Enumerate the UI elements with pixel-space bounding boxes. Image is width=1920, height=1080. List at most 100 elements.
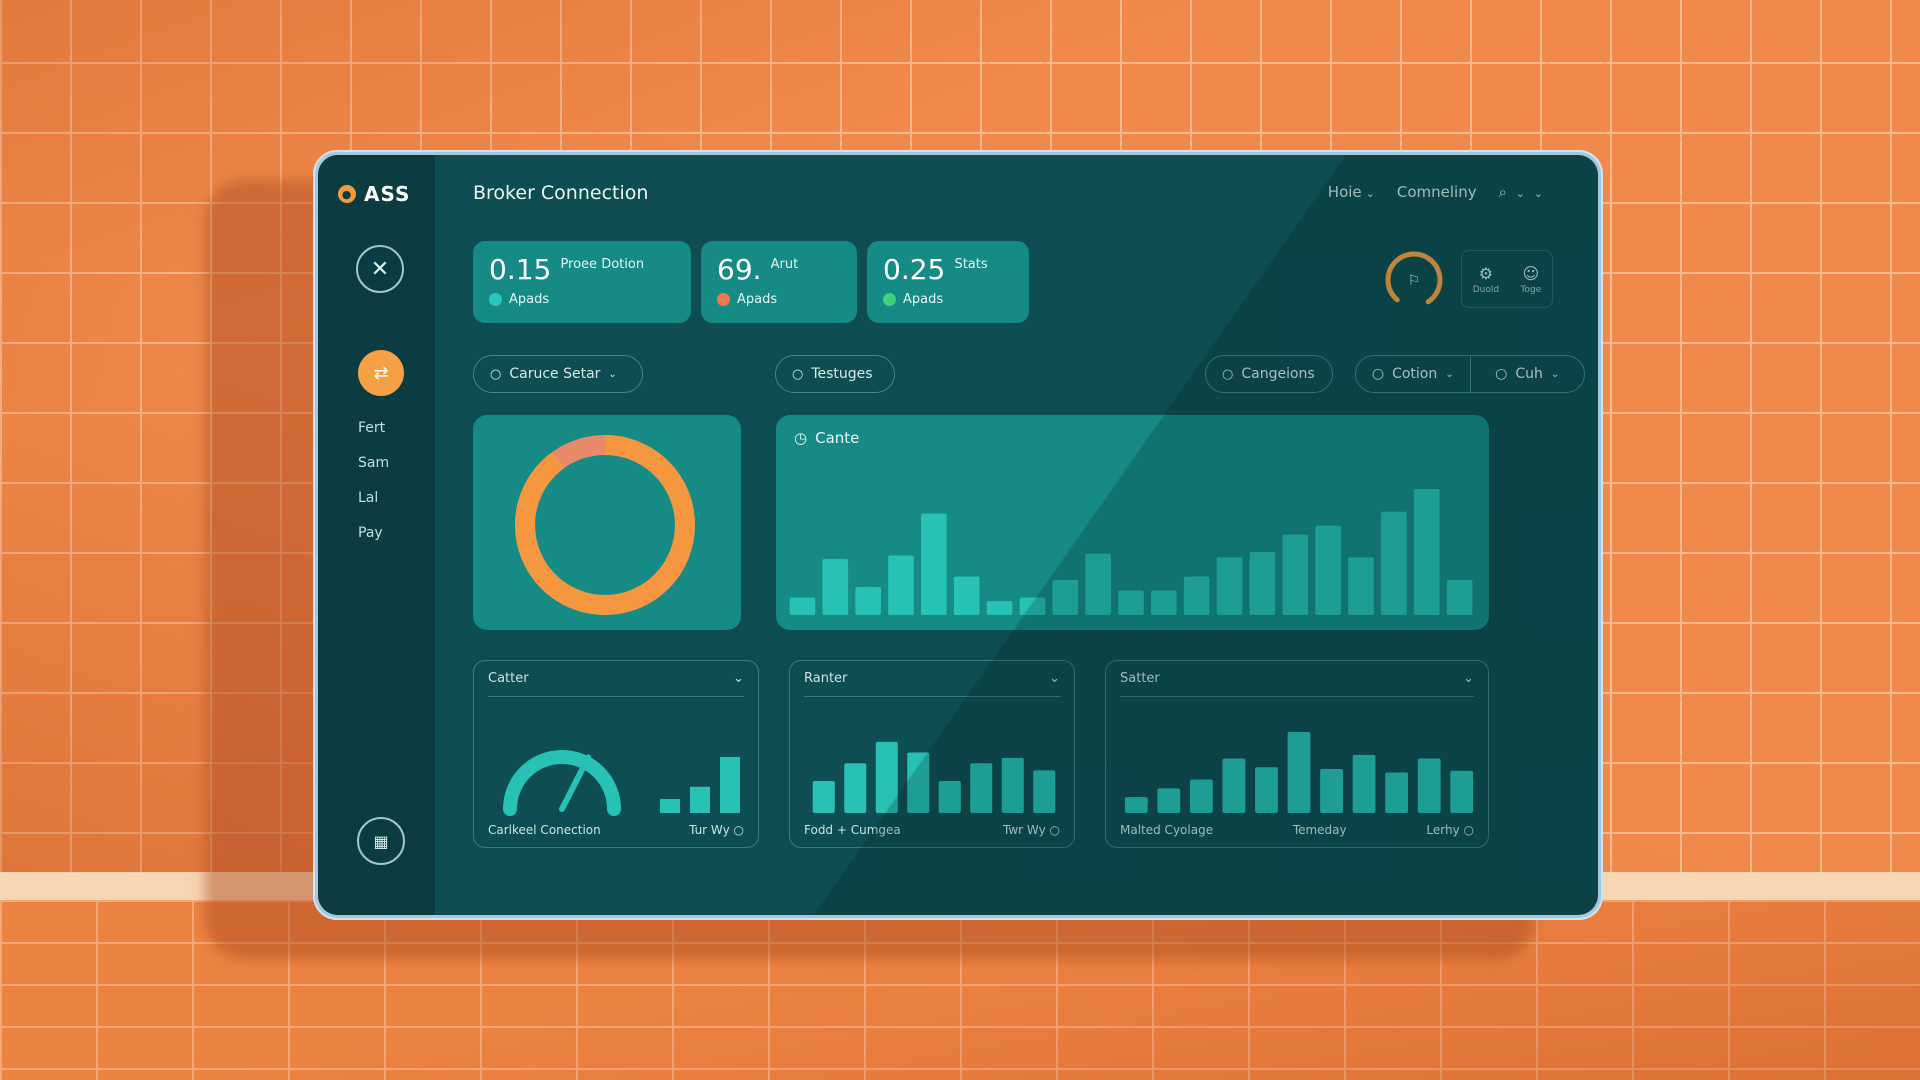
- circle-icon: ○: [1222, 366, 1234, 382]
- chevron-down-icon: ⌄: [1365, 187, 1375, 200]
- progress-ring-icon: ⚐: [1385, 251, 1443, 309]
- stat-card-3[interactable]: 0.25 Stats Apads: [867, 241, 1029, 323]
- settings-tool-button[interactable]: ⚙ Duold: [1473, 264, 1499, 295]
- bar: [1417, 758, 1441, 813]
- dashboard-screen: ● ASS ✕ ⇄ Fert Sam Lal Pay ▦ Broker Conn…: [318, 155, 1598, 915]
- connecting-link[interactable]: Comneliny: [1397, 183, 1477, 201]
- toolbar-icons: ⚙ Duold ☺ Toge: [1461, 250, 1553, 308]
- pill-label: Testuges: [811, 366, 873, 382]
- bar: [1124, 797, 1148, 813]
- bar: [690, 786, 710, 813]
- status-dot: [883, 293, 896, 306]
- bar: [970, 763, 993, 813]
- search-icon: ⌕: [1498, 183, 1507, 201]
- close-button[interactable]: ✕: [356, 245, 404, 293]
- donut-chart: [515, 435, 695, 615]
- stat-label: Stats: [954, 257, 988, 272]
- calendar-icon: ▦: [373, 831, 389, 851]
- bar: [1001, 757, 1024, 813]
- stat-value: 69.: [717, 253, 762, 286]
- bar: [1189, 779, 1213, 813]
- satter-panel: Satter ⌄ Malted Cyolage Temeday Lerhy ○: [1105, 660, 1489, 848]
- info-icon: ○: [733, 823, 744, 837]
- footer-label: Carlkeel Conection: [488, 823, 601, 837]
- cangeions-pill[interactable]: ○ Cangeions: [1205, 355, 1333, 393]
- chevron-down-icon: ⌄: [1445, 368, 1454, 380]
- ranter-bar-chart: [812, 741, 1056, 813]
- chevron-down-icon: ⌄: [1515, 187, 1525, 200]
- chevron-down-icon: ⌄: [1533, 187, 1543, 200]
- logo-icon: ●: [338, 185, 356, 203]
- home-menu[interactable]: Hoie ⌄: [1328, 183, 1375, 201]
- chevron-down-icon[interactable]: ⌄: [733, 671, 744, 696]
- active-nav-button[interactable]: ⇄: [358, 350, 404, 396]
- bar: [1315, 525, 1341, 615]
- cotion-dropdown[interactable]: ○ Cotion ⌄: [1356, 356, 1470, 392]
- settings-icon: ⚙: [1478, 263, 1494, 283]
- footer-label: Tur Wy ○: [689, 823, 744, 837]
- satter-bar-chart: [1124, 732, 1474, 813]
- bar: [1348, 557, 1374, 615]
- cuh-dropdown[interactable]: ○ Cuh ⌄: [1469, 356, 1585, 392]
- circle-icon: ○: [1371, 366, 1385, 382]
- bar: [1282, 534, 1309, 615]
- chevron-down-icon[interactable]: ⌄: [1463, 671, 1474, 696]
- bar: [1381, 511, 1407, 615]
- bar: [1255, 767, 1278, 813]
- bar: [1385, 772, 1409, 813]
- progress-ring-button[interactable]: ⚐: [1381, 247, 1447, 313]
- sidebar-item-fert[interactable]: Fert: [358, 420, 389, 436]
- bar: [953, 576, 980, 615]
- testuges-pill[interactable]: ○ Testuges: [775, 355, 895, 393]
- tool-label: Duold: [1472, 284, 1500, 295]
- main-bar-chart: [789, 489, 1473, 615]
- bar: [907, 752, 930, 813]
- transfer-icon: ⇄: [373, 362, 389, 384]
- bar: [1151, 590, 1177, 615]
- bottom-nav-button[interactable]: ▦: [357, 817, 405, 865]
- status-dot: [489, 293, 502, 306]
- bar: [720, 757, 740, 813]
- gauge-arc: [503, 750, 621, 816]
- chevron-down-icon[interactable]: ⌄: [1049, 671, 1060, 696]
- svg-text:⚐: ⚐: [1408, 273, 1421, 289]
- footer-label: Lerhy ○: [1426, 823, 1474, 837]
- footer-label: Twr Wy ○: [1003, 823, 1060, 837]
- stat-value: 0.15: [489, 253, 552, 286]
- close-icon: ✕: [370, 256, 390, 282]
- bar: [660, 799, 680, 813]
- bar: [1413, 489, 1440, 615]
- brand-name: ASS: [364, 182, 411, 206]
- circle-icon: ○: [1495, 366, 1508, 382]
- stat-label: Arut: [770, 257, 799, 272]
- pill-label: Cangeions: [1241, 366, 1315, 382]
- stat-card-2[interactable]: 69. Arut Apads: [701, 241, 857, 323]
- sidebar-item-sam[interactable]: Sam: [358, 455, 389, 471]
- bar: [1450, 770, 1474, 813]
- panel-title: Satter: [1120, 671, 1160, 686]
- chevron-down-icon: ⌄: [1550, 368, 1560, 380]
- donut-panel: [473, 415, 741, 630]
- ranter-panel: Ranter ⌄ Fodd + Cumgea Twr Wy ○: [789, 660, 1075, 848]
- main-content: Broker Connection Hoie ⌄ Comneliny ⌕ ⌄ ⌄ …: [435, 155, 1598, 915]
- bar: [986, 601, 1013, 615]
- users-tool-button[interactable]: ☺ Toge: [1521, 264, 1542, 295]
- search-menu[interactable]: ⌕ ⌄ ⌄: [1499, 183, 1543, 201]
- sidebar-nav: Fert Sam Lal Pay: [358, 420, 389, 560]
- footer-label: Temeday: [1292, 823, 1347, 837]
- tool-label: Toge: [1520, 284, 1542, 295]
- top-nav: Hoie ⌄ Comneliny ⌕ ⌄ ⌄: [1328, 183, 1543, 201]
- carve-selar-dropdown[interactable]: ○ Caruce Setar ⌄: [473, 355, 643, 393]
- bar: [1287, 732, 1311, 813]
- sidebar-item-lal[interactable]: Lal: [358, 490, 389, 506]
- users-icon: ☺: [1522, 263, 1540, 283]
- bar: [1118, 590, 1144, 615]
- bar: [921, 513, 947, 615]
- circle-icon: ○: [490, 366, 502, 382]
- pill-label: Caruce Setar: [509, 366, 601, 382]
- bar: [855, 587, 881, 615]
- stat-card-1[interactable]: 0.15 Proee Dotion Apads: [473, 241, 691, 323]
- sidebar-item-pay[interactable]: Pay: [358, 525, 389, 541]
- brand-logo[interactable]: ● ASS: [338, 182, 410, 206]
- panel-title: Catter: [488, 671, 529, 686]
